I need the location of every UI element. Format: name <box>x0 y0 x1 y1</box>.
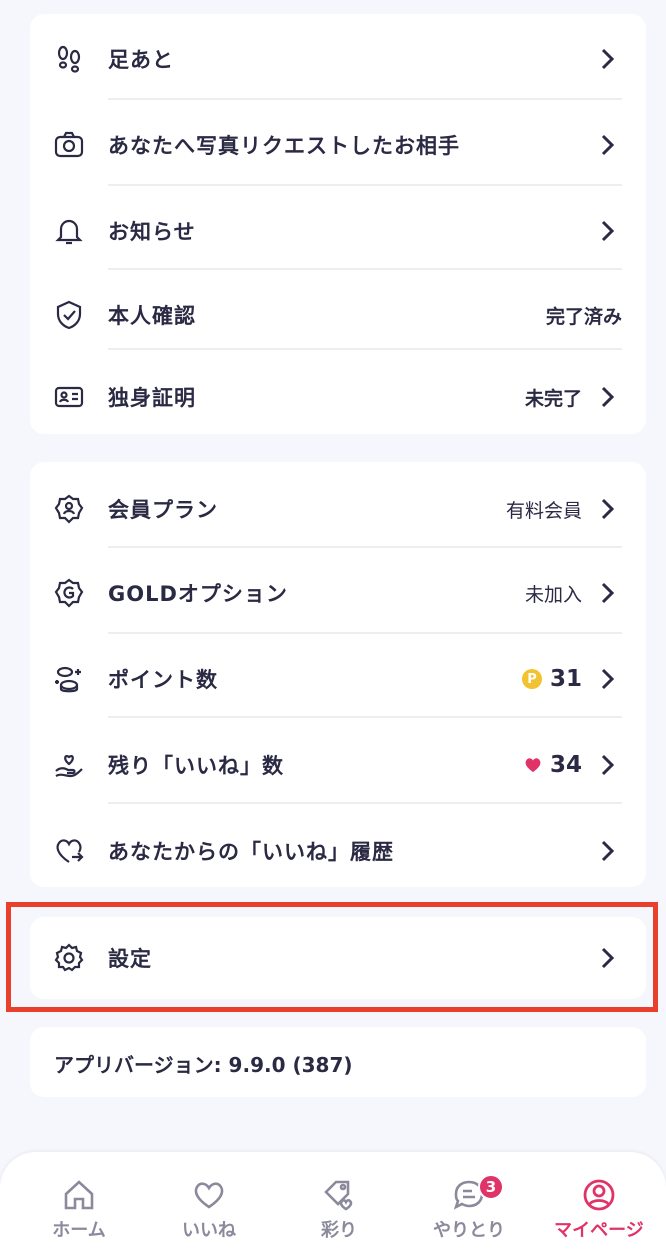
chevron-right-icon <box>601 48 615 70</box>
menu-row-like-history[interactable]: あなたからの「いいね」履歴 <box>30 826 646 876</box>
unread-badge: 3 <box>478 1174 504 1200</box>
tag-heart-icon <box>324 1180 353 1211</box>
menu-label: お知らせ <box>108 220 196 244</box>
gold-value: 未加入 <box>524 583 582 606</box>
menu-label: 本人確認 <box>108 304 196 328</box>
chevron-right-icon <box>601 386 615 408</box>
menu-row-member-plan[interactable]: 会員プラン 有料会員 <box>30 484 646 534</box>
menu-label: 残り「いいね」数 <box>108 754 284 778</box>
tab-label: ホーム <box>52 1220 106 1241</box>
menu-row-gold-option[interactable]: GOLDオプション 未加入 <box>30 568 646 618</box>
coins-icon <box>52 662 86 696</box>
footprints-icon <box>52 42 86 76</box>
menu-label: ポイント数 <box>108 668 218 692</box>
membership-section-card: 会員プラン 有料会員 GOLDオプション 未加入 ポイント数 P 31 残り「い… <box>30 462 646 887</box>
chevron-right-icon <box>601 220 615 242</box>
id-card-icon <box>52 380 86 414</box>
tab-label: やりとり <box>433 1220 505 1241</box>
member-badge-icon <box>52 492 86 526</box>
divider <box>108 716 622 718</box>
tab-label: マイページ <box>554 1220 644 1241</box>
bell-icon <box>52 214 86 248</box>
gold-badge-icon <box>52 576 86 610</box>
likes-count: 34 <box>549 752 582 778</box>
menu-label: 独身証明 <box>108 386 196 410</box>
user-circle-icon <box>583 1179 615 1211</box>
divider <box>108 546 622 548</box>
heart-icon <box>194 1182 224 1209</box>
tab-messages[interactable]: やりとり 3 <box>404 1152 534 1250</box>
hand-heart-icon <box>52 748 86 782</box>
app-version-card: アプリバージョン: 9.9.0 (387) <box>30 1027 646 1097</box>
plan-value: 有料会員 <box>505 499 582 522</box>
divider <box>108 184 622 186</box>
tab-likes[interactable]: いいね <box>144 1152 274 1250</box>
menu-row-footprints[interactable]: 足あと <box>30 34 646 84</box>
shield-check-icon <box>52 298 86 332</box>
menu-label: 足あと <box>108 48 174 72</box>
tab-mypage[interactable]: マイページ <box>534 1152 664 1250</box>
menu-label: GOLDオプション <box>108 582 288 606</box>
divider <box>108 268 622 270</box>
divider <box>108 98 622 100</box>
divider <box>108 348 622 350</box>
menu-row-single-certificate[interactable]: 独身証明 未完了 <box>30 372 646 422</box>
menu-row-photo-request[interactable]: あなたへ写真リクエストしたお相手 <box>30 120 646 170</box>
likes-value: 34 <box>524 752 582 778</box>
bottom-tab-bar: ホーム いいね 彩り やりとり 3 マイページ <box>0 1152 666 1250</box>
menu-label: 会員プラン <box>108 498 218 522</box>
chevron-right-icon <box>601 668 615 690</box>
heart-icon <box>525 758 541 773</box>
status-incomplete: 未完了 <box>524 387 582 410</box>
chevron-right-icon <box>601 754 615 776</box>
status-complete: 完了済み <box>545 305 622 328</box>
menu-row-points[interactable]: ポイント数 P 31 <box>30 654 646 704</box>
chevron-right-icon <box>601 840 615 862</box>
chevron-right-icon <box>601 498 615 520</box>
menu-row-remaining-likes[interactable]: 残り「いいね」数 34 <box>30 740 646 790</box>
account-section-card: 足あと あなたへ写真リクエストしたお相手 お知らせ 本人確認 完了済み 独身証明… <box>30 14 646 434</box>
menu-row-notifications[interactable]: お知らせ <box>30 206 646 256</box>
app-version-text: アプリバージョン: 9.9.0 (387) <box>54 1053 353 1077</box>
points-count: 31 <box>549 666 582 692</box>
divider <box>108 802 622 804</box>
chevron-right-icon <box>601 582 615 604</box>
tab-home[interactable]: ホーム <box>14 1152 144 1250</box>
divider <box>108 632 622 634</box>
menu-label: あなたへ写真リクエストしたお相手 <box>108 134 460 158</box>
chevron-right-icon <box>601 134 615 156</box>
point-coin-icon: P <box>521 669 542 689</box>
camera-icon <box>52 128 86 162</box>
home-icon <box>64 1180 94 1210</box>
menu-label: あなたからの「いいね」履歴 <box>108 840 394 864</box>
menu-row-identity-verification[interactable]: 本人確認 完了済み <box>30 290 646 340</box>
points-value: P 31 <box>521 666 582 692</box>
tab-irodori[interactable]: 彩り <box>274 1152 404 1250</box>
tab-label: いいね <box>182 1220 236 1241</box>
heart-arrow-icon <box>52 834 86 868</box>
tab-label: 彩り <box>321 1220 357 1241</box>
settings-highlight-box <box>6 902 658 1012</box>
